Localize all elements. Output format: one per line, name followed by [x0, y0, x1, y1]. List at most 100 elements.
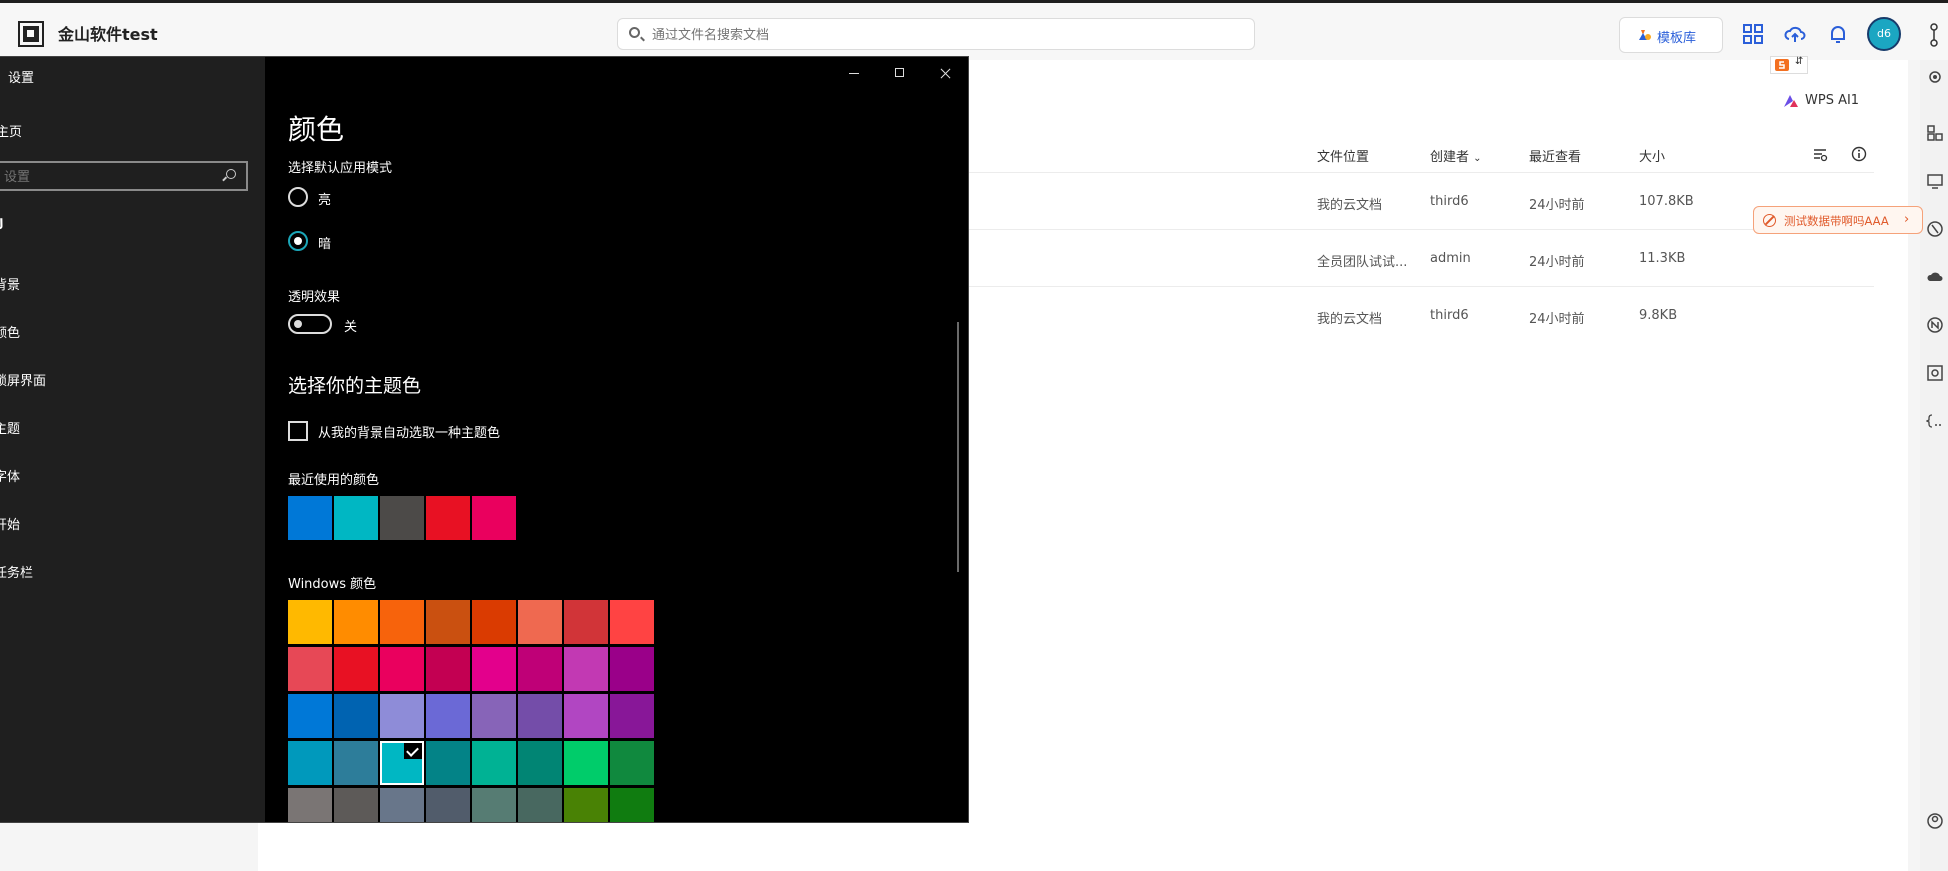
- windows-color-swatch[interactable]: [380, 741, 424, 785]
- nav-home[interactable]: 主页: [0, 121, 22, 140]
- floating-ime-tab[interactable]: ⇵: [1770, 56, 1808, 74]
- windows-color-swatch[interactable]: [564, 694, 608, 738]
- windows-color-swatch[interactable]: [334, 788, 378, 822]
- tool-icon[interactable]: [1926, 220, 1944, 238]
- windows-color-swatch[interactable]: [518, 600, 562, 644]
- nav-item-taskbar[interactable]: 任务栏: [0, 562, 33, 581]
- windows-color-swatch[interactable]: [564, 600, 608, 644]
- info-icon[interactable]: [1851, 146, 1867, 162]
- windows-color-swatch[interactable]: [380, 647, 424, 691]
- settings-search-input[interactable]: [2, 167, 206, 187]
- windows-color-swatch[interactable]: [288, 741, 332, 785]
- settings-search-box[interactable]: [0, 161, 248, 191]
- windows-color-swatch[interactable]: [426, 694, 470, 738]
- recent-color-swatch[interactable]: [334, 496, 378, 540]
- windows-color-swatch[interactable]: [472, 647, 516, 691]
- windows-color-swatch[interactable]: [426, 600, 470, 644]
- windows-color-swatch[interactable]: [610, 694, 654, 738]
- apps-grid-icon[interactable]: [1742, 23, 1764, 45]
- mode-light-radio[interactable]: [288, 187, 308, 207]
- scrollbar[interactable]: [957, 322, 959, 572]
- transparency-state: 关: [344, 320, 358, 335]
- windows-color-swatch[interactable]: [380, 694, 424, 738]
- blocks-icon[interactable]: [1926, 124, 1944, 142]
- notice-banner[interactable]: 测试数据带啊吗AAA ›: [1753, 206, 1923, 234]
- windows-color-swatch[interactable]: [426, 741, 470, 785]
- windows-color-swatch[interactable]: [380, 788, 424, 822]
- cell-creator: third6: [1430, 308, 1469, 323]
- col-header-location[interactable]: 文件位置: [1317, 146, 1369, 165]
- windows-color-swatch[interactable]: [334, 741, 378, 785]
- windows-color-swatch[interactable]: [334, 600, 378, 644]
- user-icon[interactable]: [1926, 812, 1944, 830]
- cloud-icon[interactable]: [1926, 268, 1944, 286]
- chevron-down-icon: ⌄: [1473, 153, 1482, 164]
- windows-color-swatch[interactable]: [518, 741, 562, 785]
- nav-item-colors[interactable]: 颜色: [0, 322, 20, 341]
- col-header-creator[interactable]: 创建者 ⌄: [1430, 146, 1482, 165]
- monitor-icon[interactable]: [1926, 172, 1944, 190]
- prohibit-icon: [1763, 214, 1776, 227]
- nav-item-fonts[interactable]: 字体: [0, 466, 20, 485]
- cell-location: 全员团队试试...: [1317, 255, 1408, 270]
- file-search-box[interactable]: [617, 18, 1255, 50]
- col-header-last-viewed[interactable]: 最近查看: [1529, 146, 1581, 165]
- recent-color-swatch[interactable]: [380, 496, 424, 540]
- link-icon[interactable]: [1926, 316, 1944, 334]
- scan-icon[interactable]: [1926, 364, 1944, 382]
- branch-icon: [1930, 23, 1938, 47]
- nav-item-background[interactable]: 背景: [0, 274, 20, 293]
- cell-location: 我的云文档: [1317, 198, 1383, 213]
- windows-color-swatch[interactable]: [472, 600, 516, 644]
- windows-color-swatch[interactable]: [472, 741, 516, 785]
- recent-color-swatch[interactable]: [288, 496, 332, 540]
- transparency-label: 透明效果: [288, 290, 341, 305]
- windows-color-swatch[interactable]: [288, 694, 332, 738]
- template-library-button[interactable]: 模板库: [1619, 17, 1723, 53]
- windows-color-swatch[interactable]: [610, 788, 654, 822]
- windows-color-swatch[interactable]: [610, 647, 654, 691]
- windows-color-swatch[interactable]: [288, 788, 332, 822]
- windows-color-swatch[interactable]: [610, 741, 654, 785]
- windows-color-swatch[interactable]: [518, 647, 562, 691]
- windows-color-swatch[interactable]: [518, 788, 562, 822]
- windows-color-swatch[interactable]: [564, 647, 608, 691]
- windows-color-swatch[interactable]: [518, 694, 562, 738]
- filter-settings-icon[interactable]: [1812, 146, 1828, 162]
- gear-icon[interactable]: [1926, 68, 1944, 86]
- transparency-toggle[interactable]: [288, 314, 332, 334]
- mode-dark-radio[interactable]: [288, 231, 308, 251]
- windows-color-swatch[interactable]: [564, 788, 608, 822]
- nav-item-start[interactable]: 开始: [0, 514, 20, 533]
- windows-color-swatch[interactable]: [610, 600, 654, 644]
- cell-size: 9.8KB: [1639, 308, 1678, 323]
- windows-color-swatch[interactable]: [288, 647, 332, 691]
- windows-color-swatch[interactable]: [334, 694, 378, 738]
- recent-color-swatch[interactable]: [472, 496, 516, 540]
- nav-item-themes[interactable]: 主题: [0, 418, 20, 437]
- windows-color-swatch[interactable]: [288, 600, 332, 644]
- windows-color-swatch[interactable]: [426, 788, 470, 822]
- file-search-input[interactable]: [650, 25, 1244, 45]
- windows-color-swatch[interactable]: [380, 600, 424, 644]
- chevron-right-icon: ›: [1904, 212, 1910, 227]
- col-header-size[interactable]: 大小: [1639, 146, 1665, 165]
- nav-item-lock-screen[interactable]: 锁屏界面: [0, 370, 46, 389]
- windows-color-swatch[interactable]: [472, 788, 516, 822]
- windows-color-swatch[interactable]: [564, 741, 608, 785]
- updown-icon: ⇵: [1795, 56, 1804, 67]
- app-title: 金山软件test: [58, 25, 158, 44]
- code-braces-icon[interactable]: [1926, 412, 1944, 430]
- recent-color-swatch[interactable]: [426, 496, 470, 540]
- windows-color-swatch[interactable]: [472, 694, 516, 738]
- user-avatar[interactable]: d6: [1867, 17, 1901, 51]
- accent-heading: 选择你的主题色: [288, 375, 422, 397]
- template-icon: [1639, 30, 1651, 40]
- auto-accent-checkbox[interactable]: [288, 421, 308, 441]
- cloud-upload-icon[interactable]: [1784, 23, 1806, 45]
- windows-color-swatch[interactable]: [334, 647, 378, 691]
- windows-color-swatch[interactable]: [426, 647, 470, 691]
- cell-creator: admin: [1430, 251, 1471, 266]
- bell-icon[interactable]: [1827, 23, 1849, 45]
- cell-size: 11.3KB: [1639, 251, 1686, 266]
